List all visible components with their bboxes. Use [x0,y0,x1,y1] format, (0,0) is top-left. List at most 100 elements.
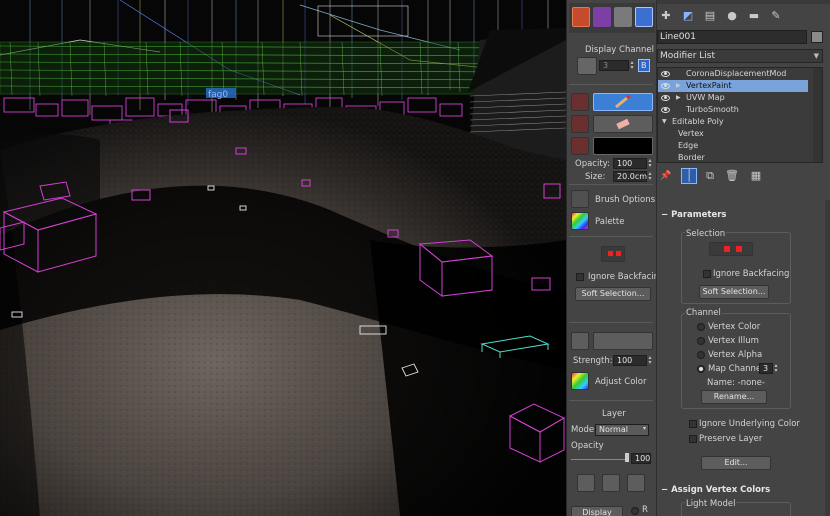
paint-mode-icon[interactable] [571,93,589,111]
paint-brush-button[interactable] [593,93,653,111]
vertex-dot-icon [724,246,730,252]
adjust-color-icon[interactable] [571,372,589,390]
brush-options-label[interactable]: Brush Options [595,195,655,205]
map-channel-field[interactable]: 3 [759,363,773,374]
radio-map-channel[interactable] [697,365,705,373]
motion-tab-icon[interactable]: ● [725,9,739,23]
assign-vertex-colors-rollout-header[interactable]: − Assign Vertex Colors [657,483,830,497]
viewport[interactable]: fag0 [0,0,566,516]
stack-item-turbosmooth[interactable]: TurboSmooth [658,104,808,116]
command-panel-scrollbar[interactable] [825,200,830,516]
stack-scrollbar[interactable] [813,68,822,162]
ignore-underlying-label: Ignore Underlying Color [699,419,800,429]
remove-modifier-icon[interactable]: 🗑 [725,169,739,183]
chevron-down-icon: ▾ [643,425,647,432]
vertex-color-icon[interactable] [593,7,611,27]
create-tab-icon[interactable]: ✚ [659,9,673,23]
eraser-button[interactable] [593,115,653,133]
param-soft-selection-button[interactable]: Soft Selection... [699,285,769,299]
paint-color-swatch[interactable] [593,137,653,155]
preserve-layer-checkbox[interactable] [689,435,697,443]
opacity-spinner[interactable]: ▴ ▾ [647,158,653,169]
shield-icon[interactable] [635,7,653,27]
pin-stack-icon[interactable]: 📌 [659,169,673,183]
opacity-label: Opacity: [575,159,610,169]
palette-icon[interactable] [571,212,589,230]
configure-modifier-sets-icon[interactable]: ▦ [749,169,763,183]
preserve-layer-label: Preserve Layer [699,434,763,444]
brush-options-icon[interactable] [571,190,589,208]
size-field[interactable]: 20.0cm [613,171,647,182]
radio-vertex-alpha[interactable] [697,351,705,359]
stack-item-corona-displacement[interactable]: CoronaDisplacementMod [658,68,808,80]
stack-subitem-vertex[interactable]: Vertex [658,128,808,140]
radio-vertex-illum[interactable] [697,337,705,345]
stack-item-uvw-map[interactable]: ▶ UVW Map [658,92,808,104]
hierarchy-tab-icon[interactable]: ▤ [703,9,717,23]
condense-layers-icon[interactable] [627,474,645,492]
ignore-underlying-checkbox[interactable] [689,420,697,428]
ignore-backfacing-checkbox[interactable] [576,273,584,281]
edit-button[interactable]: Edit... [701,456,771,470]
stack-item-editable-poly[interactable]: ▼ Editable Poly [658,116,808,128]
rename-button[interactable]: Rename... [701,390,767,404]
layer-opacity-slider[interactable] [571,459,627,460]
strength-field[interactable]: 100 [613,355,647,366]
parameters-rollout-header[interactable]: − Parameters [657,208,830,222]
display-tab-icon[interactable]: ▬ [747,9,761,23]
layer-opacity-label: Opacity [571,441,604,451]
collapse-arrow-icon[interactable]: ▼ [662,116,667,128]
show-end-result-icon[interactable]: │ [681,168,697,184]
param-ignore-backfacing-checkbox[interactable] [703,270,711,278]
selection-vertex-icon[interactable] [709,242,753,256]
eyedropper-icon[interactable] [571,137,589,155]
object-name-field[interactable]: Line001 [657,30,807,44]
object-color-swatch[interactable] [811,31,823,43]
expand-arrow-icon[interactable]: ▶ [676,80,681,92]
eye-icon[interactable] [661,107,670,113]
modify-tab-icon[interactable]: ◩ [681,9,695,23]
collapse-icon: − [661,210,672,220]
radio-vertex-color[interactable] [697,323,705,331]
cube-icon[interactable] [577,57,597,75]
size-spinner[interactable]: ▴ ▾ [647,171,653,182]
shaded-icon[interactable] [614,7,632,27]
soft-selection-button[interactable]: Soft Selection... [575,287,651,301]
slider-handle[interactable] [625,453,629,462]
eye-icon[interactable] [661,95,670,101]
display-button[interactable]: Display [571,506,623,516]
modifier-list-dropdown[interactable]: Modifier List ▼ [657,49,823,63]
blur-brush-icon[interactable] [571,332,589,350]
display-channel-field[interactable]: 3 [599,60,629,71]
vertex-paint-panel: Display Channel 3 ▴ ▾ B Opacity: 100 ▴ ▾ S… [566,0,664,516]
delete-layer-icon[interactable] [602,474,620,492]
map-channel-spinner[interactable]: ▴ ▾ [773,363,779,374]
divider [569,84,653,85]
radio-r[interactable] [631,507,639,515]
selection-vertex-icon[interactable] [601,246,625,262]
expand-arrow-icon[interactable]: ▶ [676,92,681,104]
opacity-field[interactable]: 100 [613,158,647,169]
paintbrush-icon [615,94,631,109]
display-channel-badge[interactable]: B [638,59,650,72]
eye-icon[interactable] [661,71,670,77]
adjust-color-label[interactable]: Adjust Color [595,377,646,387]
modifier-stack[interactable]: CoronaDisplacementMod ▶ VertexPaint ▶ UV… [657,67,823,163]
palette-label[interactable]: Palette [595,217,624,227]
layer-mode-select[interactable]: Normal [595,424,649,436]
selection-group-label: Selection [685,229,727,239]
utilities-tab-icon[interactable]: ✎ [769,9,783,23]
stack-subitem-edge[interactable]: Edge [658,140,808,152]
paint-all-icon[interactable] [572,7,590,27]
stack-toolbar: 📌 │ ⧉ 🗑 ▦ [657,166,830,186]
make-unique-icon[interactable]: ⧉ [703,169,717,183]
sharpen-brush-icon[interactable] [593,332,653,350]
strength-spinner[interactable]: ▴ ▾ [647,355,653,366]
new-layer-icon[interactable] [577,474,595,492]
erase-mode-icon[interactable] [571,115,589,133]
stack-subitem-border[interactable]: Border [658,152,808,162]
stack-item-vertexpaint[interactable]: ▶ VertexPaint [658,80,808,92]
eye-icon[interactable] [661,83,670,89]
layer-opacity-field[interactable]: 100 [631,453,651,464]
display-channel-spinner[interactable]: ▴ ▾ [629,60,635,71]
